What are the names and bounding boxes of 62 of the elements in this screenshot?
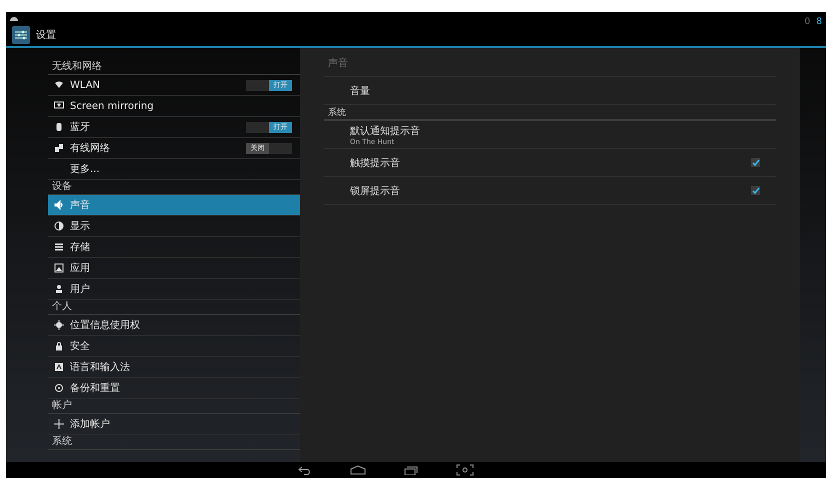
- app-title: 设置: [36, 28, 56, 42]
- preference-label: 锁屏提示音: [350, 184, 401, 198]
- item-label: Screen mirroring: [70, 100, 155, 112]
- item-label: 语言和输入法: [70, 360, 131, 374]
- monitor-icon: [54, 101, 64, 111]
- item-label: 蓝牙: [70, 120, 91, 134]
- settings-item[interactable]: 添加帐户: [48, 414, 300, 435]
- item-label: 存储: [70, 240, 91, 254]
- person-icon: [54, 284, 64, 294]
- recents-icon[interactable]: [404, 465, 418, 475]
- lock-icon: [54, 341, 64, 351]
- panel-title: 声音: [324, 56, 776, 77]
- item-label: 备份和重置: [70, 382, 121, 395]
- wifi-icon: [54, 80, 64, 90]
- restore-icon: [54, 383, 64, 393]
- contrast-icon: [54, 221, 64, 231]
- target-icon: [54, 320, 64, 330]
- section-header: 系统: [48, 435, 300, 450]
- settings-icon[interactable]: [12, 26, 30, 44]
- section-header: 无线和网络: [48, 60, 300, 75]
- back-icon[interactable]: [298, 465, 312, 475]
- item-label: 安全: [70, 340, 91, 353]
- settings-item[interactable]: 语言和输入法: [48, 357, 300, 378]
- item-label: 添加帐户: [70, 418, 111, 431]
- settings-item[interactable]: 备份和重置: [48, 378, 300, 399]
- preference-label: 默认通知提示音: [350, 124, 421, 138]
- keyboard-icon: [54, 362, 64, 372]
- screenshot-icon[interactable]: [456, 464, 474, 476]
- item-label: 位置信息使用权: [70, 318, 141, 332]
- status-text: 0: [804, 16, 810, 26]
- item-label: 应用: [70, 262, 91, 275]
- settings-item[interactable]: 声音: [48, 195, 300, 216]
- settings-item[interactable]: 位置信息使用权: [48, 315, 300, 336]
- image-icon: [54, 263, 64, 273]
- settings-item[interactable]: 应用: [48, 258, 300, 279]
- item-label: WLAN: [70, 80, 102, 90]
- settings-item[interactable]: 安全: [48, 336, 300, 357]
- plus-icon: [54, 419, 64, 429]
- item-label: 更多...: [70, 163, 101, 176]
- checkbox[interactable]: [751, 158, 760, 167]
- preference-row[interactable]: 锁屏提示音: [324, 177, 776, 205]
- preference-row[interactable]: 音量: [324, 77, 776, 105]
- settings-item[interactable]: Screen mirroring: [48, 96, 300, 117]
- home-icon[interactable]: [350, 465, 366, 475]
- list-icon: [54, 242, 64, 252]
- section-header: 系统: [324, 107, 776, 121]
- preference-row[interactable]: 触摸提示音: [324, 149, 776, 177]
- settings-item[interactable]: 显示: [48, 216, 300, 237]
- settings-item[interactable]: 更多...: [48, 159, 300, 180]
- settings-item[interactable]: 存储: [48, 237, 300, 258]
- preference-label: 音量: [350, 84, 371, 98]
- section-header: 帐户: [48, 399, 300, 414]
- speaker-icon: [54, 200, 64, 210]
- item-label: 显示: [70, 220, 91, 233]
- settings-item[interactable]: 用户: [48, 279, 300, 300]
- item-label: 有线网络: [70, 142, 111, 155]
- status-text: 8: [816, 16, 822, 26]
- item-label: 用户: [70, 282, 91, 296]
- checkbox[interactable]: [751, 186, 760, 195]
- preference-label: 触摸提示音: [350, 156, 401, 170]
- item-label: 声音: [70, 198, 91, 212]
- section-header: 个人: [48, 300, 300, 315]
